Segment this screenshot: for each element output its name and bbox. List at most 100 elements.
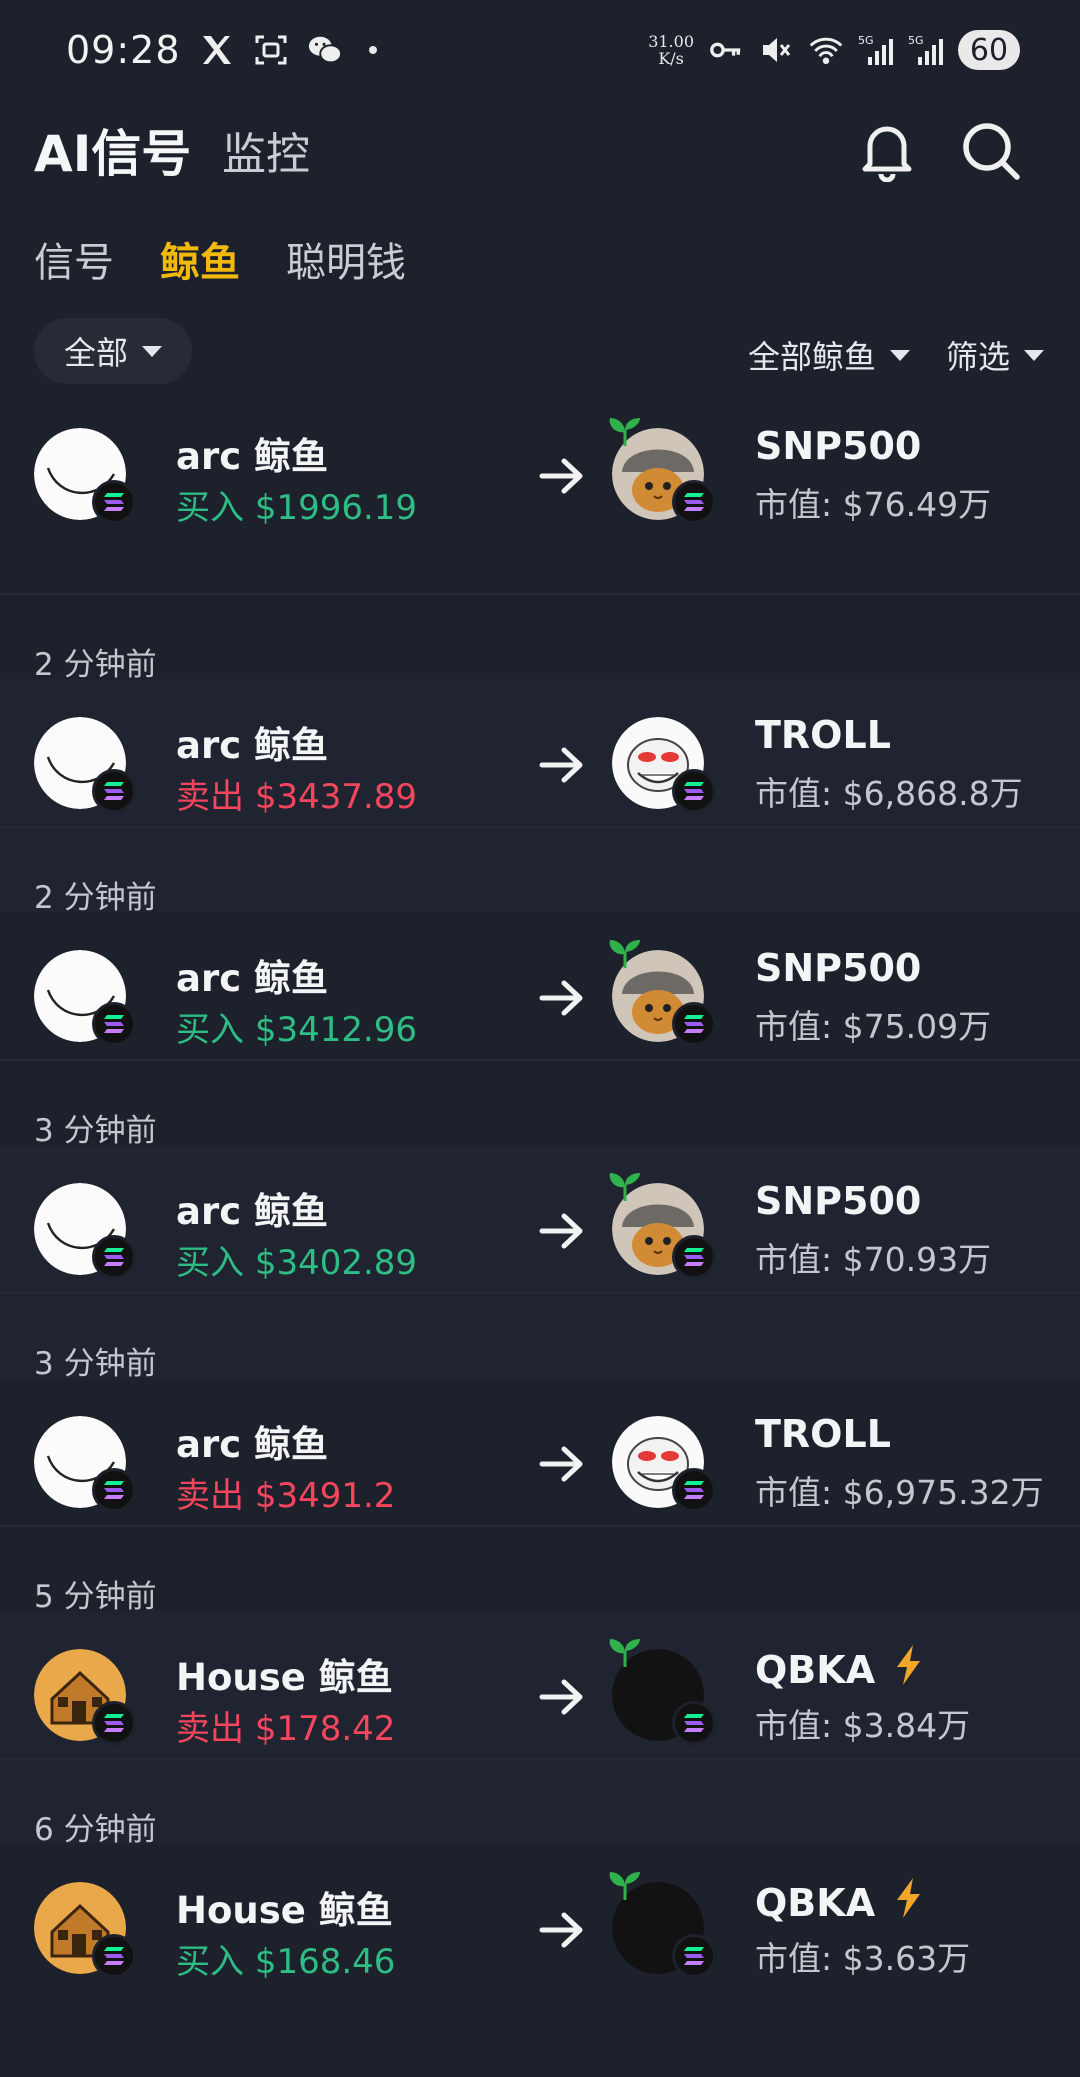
whale-name[interactable]: arc 鲸鱼 bbox=[176, 948, 328, 1002]
market-cap-label: 市值: bbox=[755, 485, 833, 524]
trade-info: 卖出 $3437.89 bbox=[176, 769, 417, 818]
wechat-icon bbox=[307, 32, 343, 68]
trade-time: 6 分钟前 bbox=[34, 1812, 157, 1848]
trade-action: 卖出 bbox=[176, 777, 244, 817]
page-title: AI信号 bbox=[34, 125, 192, 183]
whale-trade-card[interactable]: 6 分钟前 House 鲸鱼 买入 $168.46 QBKA 市值: $3.63万 bbox=[0, 1812, 1080, 2077]
card-divider bbox=[0, 1525, 1080, 1527]
svg-text:5G: 5G bbox=[858, 34, 874, 47]
solana-icon bbox=[672, 769, 716, 813]
market-cap-value: $3.84万 bbox=[842, 1706, 971, 1745]
market-cap-label: 市值: bbox=[755, 1007, 833, 1046]
category-all-dropdown[interactable]: 全部 bbox=[34, 318, 192, 384]
whale-name[interactable]: House 鲸鱼 bbox=[176, 1880, 393, 1934]
trade-info: 卖出 $178.42 bbox=[176, 1701, 395, 1750]
trade-amount: $178.42 bbox=[254, 1709, 396, 1749]
card-divider bbox=[0, 826, 1080, 828]
trade-action: 买入 bbox=[176, 1243, 244, 1283]
solana-icon bbox=[672, 1235, 716, 1279]
whale-trade-card[interactable]: 3 分钟前 arc 鲸鱼 卖出 $3491.2 TROLL 市值: $6,975.32万 bbox=[0, 1346, 1080, 1611]
sprout-icon bbox=[606, 1171, 644, 1201]
trade-amount: $3412.96 bbox=[254, 1010, 418, 1050]
tab-smart-money[interactable]: 聪明钱 bbox=[286, 230, 406, 288]
sprout-icon bbox=[606, 416, 644, 446]
token-name[interactable]: SNP500 bbox=[755, 424, 921, 468]
whale-trade-card[interactable]: 2 分钟前 arc 鲸鱼 买入 $3412.96 SNP500 市值: $75.09万 bbox=[0, 880, 1080, 1145]
arrow-right-icon bbox=[538, 1211, 586, 1251]
market-cap-value: $6,868.8万 bbox=[842, 774, 1023, 813]
token-name[interactable]: SNP500 bbox=[755, 1179, 921, 1223]
solana-icon bbox=[92, 1701, 136, 1745]
token-name[interactable]: QBKA bbox=[755, 1645, 923, 1694]
status-time: 09:28 bbox=[66, 28, 181, 72]
sprout-icon bbox=[606, 1637, 644, 1667]
token-name[interactable]: TROLL bbox=[755, 1412, 891, 1456]
trade-info: 买入 $3402.89 bbox=[176, 1235, 417, 1284]
tab-whale[interactable]: 鲸鱼 bbox=[160, 230, 240, 288]
trade-time: 2 分钟前 bbox=[34, 880, 157, 916]
whale-trade-card[interactable]: 3 分钟前 arc 鲸鱼 买入 $3402.89 SNP500 市值: $70.93万 bbox=[0, 1113, 1080, 1378]
chevron-down-icon bbox=[142, 345, 163, 357]
market-cap-value: $6,975.32万 bbox=[842, 1473, 1044, 1512]
token-symbol: TROLL bbox=[755, 1412, 891, 1456]
whale-name[interactable]: arc 鲸鱼 bbox=[176, 1181, 328, 1235]
filter-dropdown[interactable]: 筛选 bbox=[946, 332, 1045, 378]
solana-icon bbox=[92, 1002, 136, 1046]
market-cap: 市值: $76.49万 bbox=[755, 478, 991, 526]
battery-indicator: 60 bbox=[958, 30, 1020, 70]
trade-amount: $3491.2 bbox=[254, 1476, 396, 1516]
market-cap: 市值: $75.09万 bbox=[755, 1000, 991, 1048]
arrow-right-icon bbox=[538, 978, 586, 1018]
token-name[interactable]: QBKA bbox=[755, 1878, 923, 1927]
market-cap-label: 市值: bbox=[755, 1240, 833, 1279]
arrow-right-icon bbox=[538, 1444, 586, 1484]
notification-dot bbox=[368, 46, 377, 54]
lightning-icon bbox=[893, 1878, 923, 1927]
whale-name[interactable]: arc 鲸鱼 bbox=[176, 715, 328, 769]
tab-signal[interactable]: 信号 bbox=[34, 230, 114, 288]
trade-action: 买入 bbox=[176, 1010, 244, 1050]
network-speed: 31.00 K/s bbox=[648, 32, 694, 68]
sprout-icon bbox=[606, 938, 644, 968]
whale-filter-label: 全部鲸鱼 bbox=[748, 338, 877, 376]
chevron-down-icon bbox=[890, 349, 911, 361]
trade-amount: $1996.19 bbox=[254, 488, 418, 528]
whale-name[interactable]: arc 鲸鱼 bbox=[176, 1414, 328, 1468]
whale-name[interactable]: House 鲸鱼 bbox=[176, 1647, 393, 1701]
whale-trade-card[interactable]: 2 分钟前 arc 鲸鱼 卖出 $3437.89 TROLL 市值: $6,868.8万 bbox=[0, 647, 1080, 912]
signal-5g-icon: 5G bbox=[858, 32, 894, 68]
market-cap-label: 市值: bbox=[755, 1939, 833, 1978]
token-name[interactable]: TROLL bbox=[755, 713, 891, 757]
whale-filter-dropdown[interactable]: 全部鲸鱼 bbox=[748, 332, 911, 378]
market-cap: 市值: $6,975.32万 bbox=[755, 1466, 1044, 1514]
token-name[interactable]: SNP500 bbox=[755, 946, 921, 990]
app-header: AI信号 监控 bbox=[0, 100, 1080, 200]
whale-name[interactable]: arc 鲸鱼 bbox=[176, 426, 328, 480]
whale-trade-card[interactable]: 5 分钟前 House 鲸鱼 卖出 $178.42 QBKA 市值: $3.84万 bbox=[0, 1579, 1080, 1844]
trade-time: 3 分钟前 bbox=[34, 1113, 157, 1149]
solana-icon bbox=[92, 1468, 136, 1512]
token-symbol: QBKA bbox=[755, 1880, 876, 1925]
status-bar: 09:28 31.00 K/s 5G 5G 60 bbox=[0, 0, 1080, 100]
token-symbol: TROLL bbox=[755, 713, 891, 757]
solana-icon bbox=[672, 1002, 716, 1046]
arrow-right-icon bbox=[538, 1677, 586, 1717]
search-icon[interactable] bbox=[960, 118, 1022, 182]
market-cap-value: $70.93万 bbox=[842, 1240, 992, 1279]
solana-icon bbox=[92, 480, 136, 524]
trade-amount: $168.46 bbox=[254, 1942, 396, 1982]
market-cap-label: 市值: bbox=[755, 774, 833, 813]
trade-action: 买入 bbox=[176, 488, 244, 528]
market-cap: 市值: $3.63万 bbox=[755, 1932, 970, 1980]
trade-info: 买入 $1996.19 bbox=[176, 480, 417, 529]
bell-icon[interactable] bbox=[858, 118, 916, 183]
solana-icon bbox=[672, 1468, 716, 1512]
solana-icon bbox=[672, 1701, 716, 1745]
trade-time: 5 分钟前 bbox=[34, 1579, 157, 1615]
trade-time: 3 分钟前 bbox=[34, 1346, 157, 1382]
token-symbol: SNP500 bbox=[755, 1179, 922, 1223]
tab-monitor[interactable]: 监控 bbox=[222, 118, 310, 182]
token-symbol: SNP500 bbox=[755, 424, 922, 468]
trade-info: 买入 $3412.96 bbox=[176, 1002, 417, 1051]
trade-info: 买入 $168.46 bbox=[176, 1934, 395, 1983]
